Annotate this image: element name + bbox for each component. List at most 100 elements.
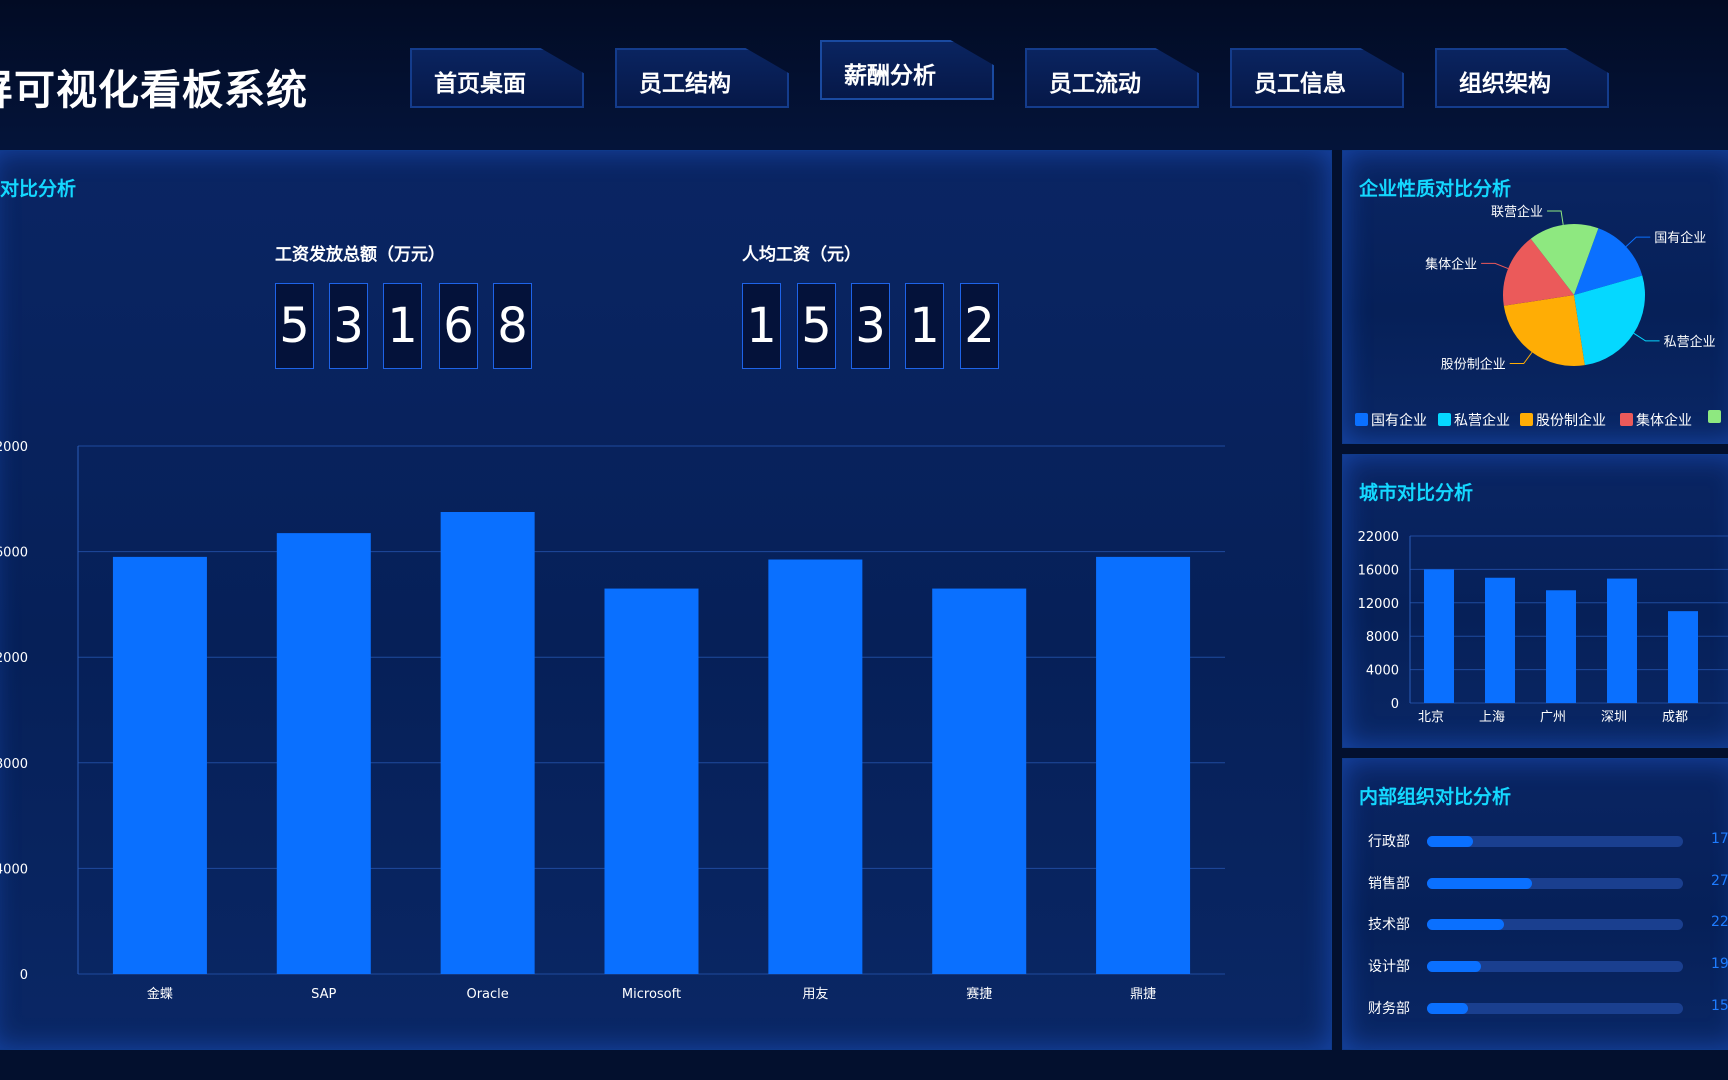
avg-salary-label: 人均工资（元） [742, 245, 861, 265]
bar [1485, 577, 1515, 703]
pie-slice [1503, 295, 1585, 366]
legend-item: 国有企业 [1355, 410, 1427, 430]
bar [440, 512, 535, 974]
pie-leader-line [1633, 332, 1660, 342]
y-tick-label: 4000 [0, 862, 28, 877]
bar [604, 588, 699, 974]
y-tick-label: 16000 [1358, 563, 1399, 578]
x-tick-label: 广州 [1540, 710, 1566, 725]
y-tick-label: 12000 [1358, 597, 1399, 612]
y-tick-label: 22000 [1358, 530, 1399, 545]
progress-track [1427, 919, 1683, 930]
department-name: 技术部 [1368, 917, 1410, 933]
bar [1424, 569, 1454, 703]
vendor-bar-chart: 0 4000 8000 2000 6000 2000 金蝶 SAP Oracle Microsof… [0, 440, 1225, 1002]
pie-leader-line [1509, 351, 1533, 365]
pie-label: 集体企业 [1425, 256, 1477, 272]
x-tick-label: 成都 [1662, 710, 1688, 725]
city-bar-chart: 0 4000 8000 12000 16000 22000 北京 上海 广州 深圳 成都 [1358, 530, 1728, 725]
pie-label: 联营企业 [1491, 204, 1543, 220]
digit: 1 [742, 283, 781, 369]
y-tick-label: 0 [1391, 697, 1399, 712]
app-title: 屏可视化看板系统 [0, 66, 308, 114]
x-tick-label: 赛捷 [966, 986, 992, 1002]
y-tick-label: 0 [20, 968, 28, 983]
legend-swatch [1708, 410, 1721, 423]
bar [1096, 556, 1191, 974]
digit: 1 [905, 283, 944, 369]
tab-home[interactable]: 首页桌面 [410, 48, 584, 108]
bar [932, 588, 1027, 974]
department-name: 设计部 [1368, 959, 1410, 975]
digit: 3 [329, 283, 368, 369]
y-tick-label: 2000 [0, 651, 28, 666]
pie-leader-line [1481, 262, 1509, 270]
y-tick-label: 6000 [0, 546, 28, 561]
total-salary-label: 工资发放总额（万元） [275, 245, 445, 265]
x-tick-label: 北京 [1418, 710, 1444, 725]
digit: 1 [383, 283, 422, 369]
y-tick-label: 4000 [1366, 664, 1399, 679]
tab-structure[interactable]: 员工结构 [615, 48, 789, 108]
bar [1546, 590, 1576, 703]
enterprise-panel-title: 企业性质对比分析 [1359, 178, 1512, 200]
progress-track [1427, 961, 1683, 972]
x-tick-label: SAP [311, 987, 336, 1002]
y-tick-label: 8000 [0, 757, 28, 772]
org-panel-title: 内部组织对比分析 [1359, 786, 1512, 808]
digit: 8 [493, 283, 532, 369]
department-value: 27 [1711, 873, 1728, 889]
tab-salary[interactable]: 薪酬分析 [820, 40, 994, 100]
department-value: 22 [1711, 914, 1728, 930]
pie-leader-line [1547, 210, 1564, 225]
bar [1607, 578, 1637, 703]
x-tick-label: 鼎捷 [1130, 987, 1156, 1002]
bar [276, 533, 371, 974]
department-name: 销售部 [1368, 876, 1410, 892]
pie-label: 股份制企业 [1441, 357, 1506, 373]
progress-track [1427, 878, 1683, 889]
legend-swatch [1438, 413, 1451, 426]
legend-swatch [1620, 413, 1633, 426]
x-tick-label: 上海 [1479, 710, 1505, 725]
legend-item: 集体企业 [1620, 410, 1692, 430]
tab-org-chart[interactable]: 组织架构 [1435, 48, 1609, 108]
x-tick-label: 深圳 [1601, 710, 1627, 725]
digit: 3 [851, 283, 890, 369]
bar [768, 559, 863, 974]
legend-item: 私营企业 [1438, 410, 1510, 430]
pie-leader-line [1625, 236, 1651, 247]
y-tick-label: 2000 [0, 440, 28, 455]
digit: 5 [275, 283, 314, 369]
legend-swatch [1520, 413, 1533, 426]
bar [112, 556, 207, 974]
city-panel-title: 城市对比分析 [1359, 482, 1474, 504]
department-value: 17 [1711, 831, 1728, 847]
digit: 6 [439, 283, 478, 369]
legend-item [1708, 410, 1724, 426]
pie-label: 国有企业 [1654, 230, 1706, 246]
digit: 5 [797, 283, 836, 369]
digit: 2 [960, 283, 999, 369]
x-tick-label: 金蝶 [147, 986, 173, 1002]
department-name: 行政部 [1368, 834, 1410, 850]
department-value: 19 [1711, 956, 1728, 972]
tab-employee-info[interactable]: 员工信息 [1230, 48, 1404, 108]
progress-track [1427, 1003, 1683, 1014]
enterprise-pie-chart: 国有企业私营企业股份制企业 集体企业 联营企业 [1425, 204, 1716, 373]
tab-turnover[interactable]: 员工流动 [1025, 48, 1199, 108]
legend-item: 股份制企业 [1520, 410, 1606, 430]
header: 屏可视化看板系统 首页桌面 员工结构 薪酬分析 员工流动 员工信息 组织架构 [0, 0, 1728, 150]
main-panel-title: 对比分析 [0, 178, 77, 200]
progress-fill [1427, 836, 1474, 847]
progress-fill [1427, 878, 1532, 889]
x-tick-label: 用友 [802, 986, 828, 1002]
progress-fill [1427, 1003, 1468, 1014]
department-name: 财务部 [1368, 1001, 1410, 1017]
department-value: 15 [1711, 998, 1728, 1014]
y-tick-label: 8000 [1366, 630, 1399, 645]
pie-label: 私营企业 [1664, 334, 1716, 350]
progress-fill [1427, 961, 1481, 972]
legend-swatch [1355, 413, 1368, 426]
bar [1668, 611, 1698, 703]
